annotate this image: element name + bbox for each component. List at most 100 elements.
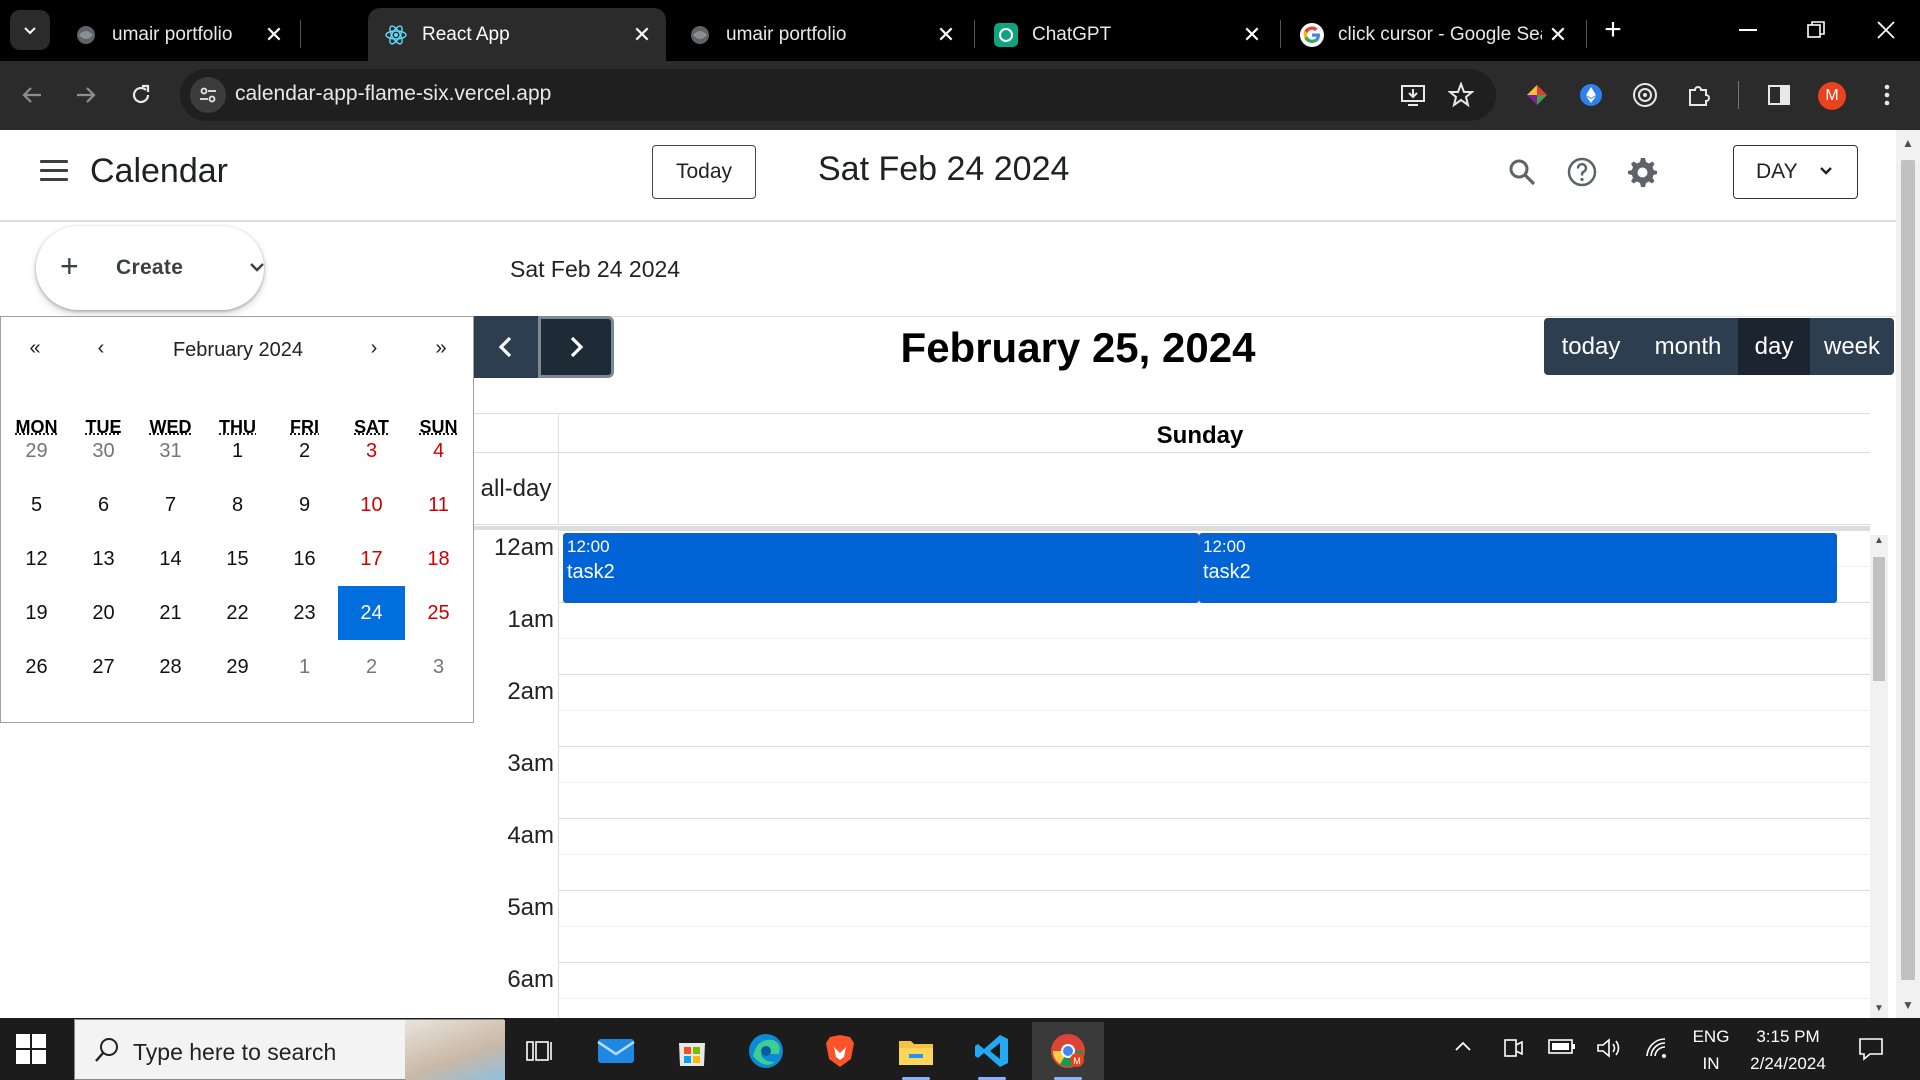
- clock-time[interactable]: 3:15 PM: [1740, 1027, 1836, 1047]
- mini-calendar-day[interactable]: 22: [204, 586, 271, 640]
- mini-calendar-day[interactable]: 29: [204, 640, 271, 694]
- tab-react-app[interactable]: React App ✕: [368, 8, 666, 61]
- mini-calendar-day[interactable]: 25: [405, 586, 472, 640]
- close-window-button[interactable]: [1856, 10, 1916, 50]
- taskbar-brave[interactable]: [804, 1022, 876, 1080]
- tab-search-button[interactable]: [10, 10, 50, 50]
- mini-calendar-day[interactable]: 3: [338, 424, 405, 478]
- input-region[interactable]: IN: [1688, 1054, 1734, 1074]
- prev-year-button[interactable]: «: [15, 337, 55, 367]
- view-button-day[interactable]: day: [1738, 318, 1810, 375]
- mini-calendar-day[interactable]: 12: [3, 532, 70, 586]
- mini-calendar-day[interactable]: 1: [271, 640, 338, 694]
- taskbar-microsoft-store[interactable]: [656, 1022, 728, 1080]
- view-button-month[interactable]: month: [1638, 318, 1738, 375]
- scroll-up-icon[interactable]: ▲: [1896, 136, 1920, 150]
- view-button-week[interactable]: week: [1810, 318, 1894, 375]
- reload-button[interactable]: [121, 75, 161, 115]
- battery-icon[interactable]: [1548, 1036, 1576, 1062]
- scrollbar-thumb[interactable]: [1873, 557, 1885, 681]
- task-view-button[interactable]: [504, 1022, 576, 1080]
- prev-button[interactable]: [474, 316, 538, 378]
- volume-icon[interactable]: [1596, 1036, 1622, 1066]
- new-tab-button[interactable]: +: [1596, 14, 1630, 48]
- calendar-event[interactable]: 12:00 task2: [563, 533, 1199, 603]
- mini-calendar-day[interactable]: 28: [137, 640, 204, 694]
- tab-google-search[interactable]: click cursor - Google Sea ✕: [1284, 8, 1582, 61]
- mini-calendar-day[interactable]: 2: [338, 640, 405, 694]
- menu-icon[interactable]: [40, 160, 68, 182]
- prev-month-button[interactable]: ‹: [81, 337, 121, 367]
- mini-calendar-day[interactable]: 17: [338, 532, 405, 586]
- notification-icon[interactable]: [1858, 1036, 1884, 1068]
- taskbar-file-explorer[interactable]: [880, 1022, 952, 1080]
- view-select[interactable]: DAY: [1733, 145, 1858, 199]
- create-button[interactable]: + Create: [36, 226, 264, 310]
- address-bar[interactable]: calendar-app-flame-six.vercel.app: [180, 69, 1496, 121]
- mini-calendar-day[interactable]: 26: [3, 640, 70, 694]
- mini-calendar-day[interactable]: 18: [405, 532, 472, 586]
- mini-calendar-day[interactable]: 15: [204, 532, 271, 586]
- today-button[interactable]: Today: [652, 145, 756, 199]
- mini-calendar-month-label[interactable]: February 2024: [151, 339, 325, 362]
- help-icon[interactable]: [1562, 152, 1602, 192]
- taskbar-search-box[interactable]: Type here to search: [74, 1019, 505, 1080]
- show-hidden-icons-chevron-up-icon[interactable]: [1452, 1036, 1474, 1064]
- extension-colorzilla-button[interactable]: [1520, 78, 1554, 112]
- install-app-button[interactable]: [1396, 78, 1430, 112]
- tab-umair-portfolio-1[interactable]: umair portfolio ✕: [58, 8, 298, 61]
- mini-calendar-day[interactable]: 7: [137, 478, 204, 532]
- network-icon[interactable]: [1644, 1036, 1670, 1066]
- time-grid[interactable]: 12am 1am 2am 3am 4am 5am 6am 12:00 task2 12:00 tas…: [474, 530, 1870, 1018]
- taskbar-chrome[interactable]: M: [1032, 1022, 1104, 1080]
- taskbar-mail[interactable]: [580, 1022, 652, 1080]
- page-scrollbar[interactable]: ▲ ▼: [1896, 130, 1920, 1018]
- mini-calendar-day[interactable]: 21: [137, 586, 204, 640]
- view-button-today[interactable]: today: [1544, 318, 1638, 375]
- back-button[interactable]: [12, 75, 52, 115]
- extension-recorder-button[interactable]: [1628, 78, 1662, 112]
- close-icon[interactable]: ✕: [1236, 19, 1268, 51]
- mini-calendar-day[interactable]: 23: [271, 586, 338, 640]
- minimize-button[interactable]: [1718, 10, 1778, 50]
- tab-chatgpt[interactable]: ChatGPT ✕: [978, 8, 1276, 61]
- restore-button[interactable]: [1786, 10, 1846, 50]
- mini-calendar-day[interactable]: 3: [405, 640, 472, 694]
- mini-calendar-day[interactable]: 16: [271, 532, 338, 586]
- scroll-down-icon[interactable]: ▼: [1896, 998, 1920, 1012]
- side-panel-button[interactable]: [1762, 78, 1796, 112]
- profile-avatar[interactable]: M: [1818, 82, 1846, 110]
- close-icon[interactable]: ✕: [930, 19, 962, 51]
- meet-now-icon[interactable]: [1502, 1036, 1524, 1066]
- scrollbar-thumb[interactable]: [1901, 160, 1915, 980]
- next-button[interactable]: [538, 316, 614, 378]
- forward-button[interactable]: [66, 75, 106, 115]
- mini-calendar-day[interactable]: 2: [271, 424, 338, 478]
- bookmark-button[interactable]: [1444, 78, 1478, 112]
- mini-calendar-day[interactable]: 20: [70, 586, 137, 640]
- mini-calendar-day[interactable]: 8: [204, 478, 271, 532]
- chrome-menu-button[interactable]: [1870, 78, 1904, 112]
- mini-calendar-day[interactable]: 29: [3, 424, 70, 478]
- mini-calendar-day[interactable]: 9: [271, 478, 338, 532]
- time-grid-scrollbar[interactable]: ▲ ▼: [1870, 535, 1888, 1018]
- close-icon[interactable]: ✕: [258, 19, 290, 51]
- site-info-button[interactable]: [190, 77, 226, 113]
- mini-calendar-day[interactable]: 13: [70, 532, 137, 586]
- next-year-button[interactable]: »: [421, 337, 461, 367]
- scroll-up-icon[interactable]: ▲: [1870, 535, 1888, 546]
- next-month-button[interactable]: ›: [354, 337, 394, 367]
- mini-calendar-day[interactable]: 11: [405, 478, 472, 532]
- input-language[interactable]: ENG: [1688, 1027, 1734, 1047]
- tab-umair-portfolio-2[interactable]: umair portfolio ✕: [672, 8, 970, 61]
- mini-calendar-day[interactable]: 4: [405, 424, 472, 478]
- settings-gear-icon[interactable]: [1622, 152, 1662, 192]
- mini-calendar-day[interactable]: 31: [137, 424, 204, 478]
- all-day-row[interactable]: all-day ▲ ▼: [474, 453, 1870, 525]
- mini-calendar-day[interactable]: 1: [204, 424, 271, 478]
- mini-calendar-day[interactable]: 6: [70, 478, 137, 532]
- scroll-down-icon[interactable]: ▼: [1870, 1003, 1888, 1014]
- extension-metamask-button[interactable]: [1574, 78, 1608, 112]
- clock-date[interactable]: 2/24/2024: [1740, 1054, 1836, 1074]
- mini-calendar-day[interactable]: 24: [338, 586, 405, 640]
